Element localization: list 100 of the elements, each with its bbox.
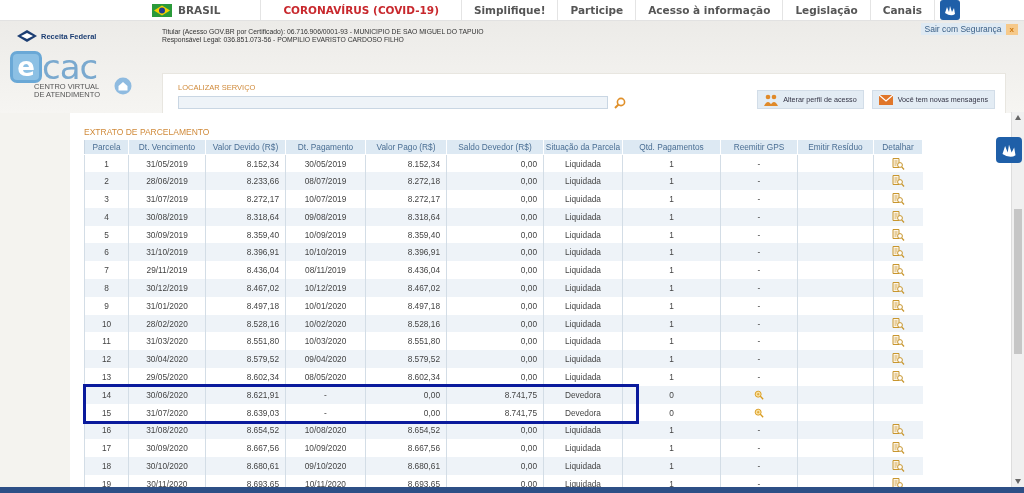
table-cell: 8.467,02 xyxy=(365,279,447,297)
table-cell: 8.396,91 xyxy=(205,243,286,262)
section-title: EXTRATO DE PARCELAMENTO xyxy=(84,127,210,137)
table-cell: 10/01/2020 xyxy=(285,296,366,315)
table-cell: 8.272,17 xyxy=(365,190,447,208)
search-field[interactable] xyxy=(178,96,608,109)
table-cell: 10/02/2020 xyxy=(285,314,366,333)
nav-link[interactable]: Participe xyxy=(558,0,637,20)
table-cell: 28/06/2019 xyxy=(128,172,206,191)
nav-link[interactable]: CORONAVÍRUS (COVID-19) xyxy=(261,0,462,20)
table-cell: 28/02/2020 xyxy=(128,314,206,333)
table-cell: 8.528,16 xyxy=(205,314,286,333)
table-cell: 29/05/2020 xyxy=(128,368,206,386)
column-header: Dt. Pagamento xyxy=(285,139,366,155)
table-cell: 31/07/2019 xyxy=(128,190,206,208)
table-cell: 0,00 xyxy=(446,190,544,208)
table-cell: 8.272,18 xyxy=(365,172,447,191)
table-cell: 1 xyxy=(622,457,721,475)
table-cell: 8.497,18 xyxy=(205,296,286,315)
table-cell: 12 xyxy=(84,350,129,369)
table-cell: 30/12/2019 xyxy=(128,279,206,297)
column-header: Emitir Resíduo xyxy=(797,139,874,155)
table-cell: Liquidada xyxy=(543,296,623,315)
table-cell: Liquidada xyxy=(543,243,623,262)
table-cell: 10/10/2019 xyxy=(285,243,366,262)
column-header: Dt. Vencimento xyxy=(128,139,206,155)
table-cell: 8.318,64 xyxy=(365,207,447,226)
table-cell: 08/05/2020 xyxy=(285,368,366,386)
home-icon[interactable] xyxy=(114,77,132,95)
column-header: Situação da Parcela xyxy=(543,139,623,155)
scrollbar[interactable] xyxy=(1011,112,1024,487)
search-icon[interactable] xyxy=(614,96,626,109)
table-cell: 0,00 xyxy=(446,314,544,333)
table-cell: - xyxy=(720,296,798,315)
table-cell: 30/10/2020 xyxy=(128,457,206,475)
table-cell: 0,00 xyxy=(446,350,544,369)
table-cell: - xyxy=(720,421,798,440)
table-cell: 1 xyxy=(622,296,721,315)
table-cell: 8.528,16 xyxy=(365,314,447,333)
table-cell: 8.396,91 xyxy=(365,243,447,262)
table-cell: - xyxy=(720,314,798,333)
table-cell: 8 xyxy=(84,279,129,297)
table-cell: 1 xyxy=(622,172,721,191)
table-cell: 8.233,66 xyxy=(205,172,286,191)
table-cell: 1 xyxy=(622,368,721,386)
table-cell: - xyxy=(720,172,798,191)
sign-language-icon[interactable] xyxy=(939,0,961,20)
table-cell: 4 xyxy=(84,207,129,226)
table-cell: 18 xyxy=(84,457,129,475)
table-cell: - xyxy=(720,457,798,475)
table-cell: 8.680,61 xyxy=(365,457,447,475)
nav-link[interactable]: Legislação xyxy=(783,0,871,20)
logo-word: cac xyxy=(42,52,98,82)
table-cell: 08/07/2019 xyxy=(285,172,366,191)
nav-link-label[interactable]: BRASIL xyxy=(178,4,221,16)
agency-logo-icon xyxy=(16,29,38,43)
table-cell: 13 xyxy=(84,368,129,386)
nav-link[interactable]: Acesso à informação xyxy=(636,0,784,20)
scroll-down-icon[interactable] xyxy=(1015,479,1021,484)
table-cell: 3 xyxy=(84,190,129,208)
people-icon xyxy=(764,93,779,106)
table-cell: 1 xyxy=(622,314,721,333)
table-cell: 30/08/2019 xyxy=(128,207,206,226)
nav-link[interactable]: Simplifique! xyxy=(461,0,559,20)
table-cell: 0,00 xyxy=(446,368,544,386)
table-cell: 09/10/2020 xyxy=(285,457,366,475)
nav-link[interactable]: BRASIL xyxy=(140,0,262,20)
zoom-icon[interactable] xyxy=(754,390,764,401)
table-cell: 10/12/2019 xyxy=(285,279,366,297)
table-cell: 1 xyxy=(622,207,721,226)
zoom-icon[interactable] xyxy=(754,407,764,418)
scrollbar-thumb[interactable] xyxy=(1014,209,1022,354)
table-cell: 8.602,34 xyxy=(365,368,447,386)
table-cell: 1 xyxy=(622,190,721,208)
column-header: Reemitir GPS xyxy=(720,139,798,155)
column-header: Qtd. Pagamentos xyxy=(622,139,721,155)
table-cell: - xyxy=(720,279,798,297)
table-cell: 0,00 xyxy=(446,243,544,262)
table-cell: 10/07/2019 xyxy=(285,190,366,208)
table-cell: 0,00 xyxy=(446,279,544,297)
table-cell: - xyxy=(720,207,798,226)
table-cell: - xyxy=(720,350,798,369)
nav-link[interactable]: Canais xyxy=(870,0,935,20)
table-cell: 31/01/2020 xyxy=(128,296,206,315)
envelope-icon xyxy=(878,93,893,106)
sign-language-icon[interactable] xyxy=(996,137,1022,163)
table-cell: 8.680,61 xyxy=(205,457,286,475)
column-header: Valor Pago (R$) xyxy=(365,139,447,155)
table-cell: 1 xyxy=(622,243,721,262)
table-cell: - xyxy=(720,243,798,262)
column-header: Parcela xyxy=(84,139,129,155)
table-cell: 6 xyxy=(84,243,129,262)
logo-letter: e xyxy=(10,51,42,83)
table-cell: 1 xyxy=(622,279,721,297)
table-cell: 8.579,52 xyxy=(365,350,447,369)
table-cell: Liquidada xyxy=(543,314,623,333)
table-cell: Liquidada xyxy=(543,190,623,208)
table-cell: 2 xyxy=(84,172,129,191)
scroll-up-icon[interactable] xyxy=(1015,115,1021,120)
logout-link[interactable]: Sair com Segurança xyxy=(920,23,1006,35)
